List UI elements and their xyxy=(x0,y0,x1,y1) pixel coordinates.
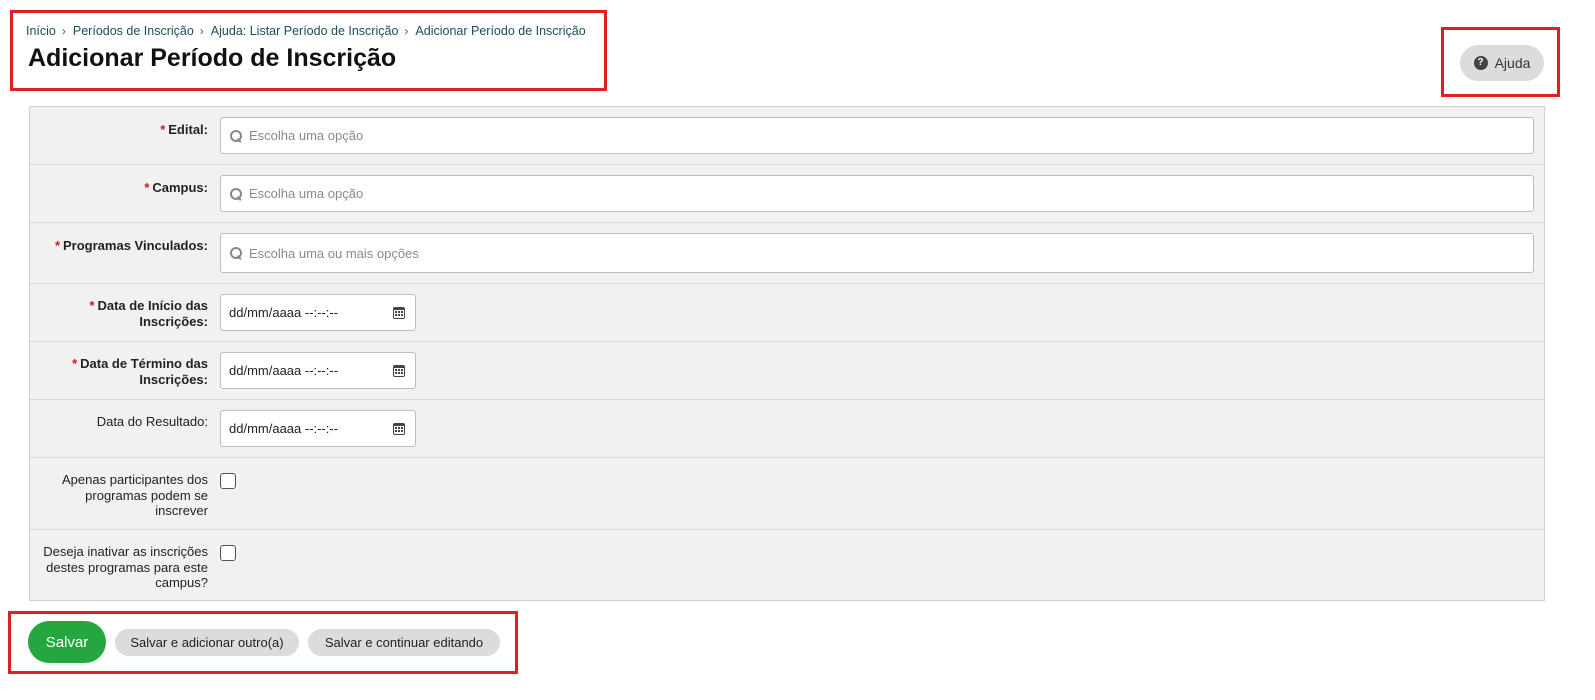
required-asterisk: * xyxy=(72,356,78,371)
programas-label: * Programas Vinculados: xyxy=(54,238,208,253)
edital-select[interactable]: Escolha uma opção xyxy=(220,117,1534,154)
required-asterisk: * xyxy=(160,122,166,137)
data-termino-label: * Data de Término das Inscrições: xyxy=(72,356,208,387)
form-row-campus: * Campus: Escolha uma opção xyxy=(30,165,1544,223)
campus-placeholder: Escolha uma opção xyxy=(249,186,364,201)
required-asterisk: * xyxy=(144,180,150,195)
inativar-inscricoes-label: Deseja inativar as inscrições destes pro… xyxy=(43,544,208,590)
breadcrumb-item-inicio[interactable]: Início xyxy=(26,24,56,38)
calendar-icon[interactable] xyxy=(393,422,405,435)
data-inicio-value: dd/mm/aaaa --:--:-- xyxy=(229,305,339,320)
calendar-icon[interactable] xyxy=(393,364,405,377)
chevron-right-icon: › xyxy=(404,24,409,38)
save-and-add-another-button[interactable]: Salvar e adicionar outro(a) xyxy=(115,629,299,656)
apenas-participantes-label: Apenas participantes dos programas podem… xyxy=(62,472,208,518)
required-asterisk: * xyxy=(89,298,95,313)
save-button[interactable]: Salvar xyxy=(28,621,106,663)
chevron-right-icon: › xyxy=(199,24,204,38)
inativar-inscricoes-checkbox[interactable] xyxy=(220,545,236,561)
breadcrumb-item-current[interactable]: Adicionar Período de Inscrição xyxy=(415,24,585,38)
form-row-programas: * Programas Vinculados: Escolha uma ou ma… xyxy=(30,223,1544,284)
form-row-data-termino: * Data de Término das Inscrições: dd/mm/a… xyxy=(30,342,1544,400)
form-row-data-resultado: Data do Resultado: dd/mm/aaaa --:--:-- xyxy=(30,400,1544,458)
apenas-participantes-checkbox[interactable] xyxy=(220,473,236,489)
save-and-continue-editing-button[interactable]: Salvar e continuar editando xyxy=(308,629,500,656)
breadcrumb-item-ajuda[interactable]: Ajuda: Listar Período de Inscrição xyxy=(211,24,399,38)
question-circle-icon: ? xyxy=(1473,56,1488,70)
campus-select[interactable]: Escolha uma opção xyxy=(220,175,1534,212)
breadcrumb: Início › Períodos de Inscrição › Ajuda: List… xyxy=(26,24,586,38)
data-resultado-label: Data do Resultado: xyxy=(96,414,208,429)
help-button-label: Ajuda xyxy=(1494,55,1531,71)
form-row-edital: * Edital: Escolha uma opção xyxy=(30,107,1544,165)
data-resultado-input[interactable]: dd/mm/aaaa --:--:-- xyxy=(220,410,416,447)
search-icon xyxy=(230,187,242,200)
edital-label: * Edital: xyxy=(160,122,208,137)
form-row-apenas-participantes: Apenas participantes dos programas podem… xyxy=(30,458,1544,530)
programas-multiselect[interactable]: Escolha uma ou mais opções xyxy=(220,233,1534,273)
data-termino-input[interactable]: dd/mm/aaaa --:--:-- xyxy=(220,352,416,389)
form-row-data-inicio: * Data de Início das Inscrições: dd/mm/aa… xyxy=(30,284,1544,342)
page-title: Adicionar Período de Inscrição xyxy=(28,44,397,72)
data-resultado-value: dd/mm/aaaa --:--:-- xyxy=(229,421,339,436)
help-button[interactable]: ? Ajuda xyxy=(1460,45,1544,81)
data-termino-value: dd/mm/aaaa --:--:-- xyxy=(229,363,339,378)
campus-label: * Campus: xyxy=(144,180,208,195)
search-icon xyxy=(230,129,242,142)
form-panel: * Edital: Escolha uma opção * Campus: Esco… xyxy=(29,106,1545,601)
chevron-right-icon: › xyxy=(61,24,66,38)
data-inicio-label: * Data de Início das Inscrições: xyxy=(89,298,208,329)
data-inicio-input[interactable]: dd/mm/aaaa --:--:-- xyxy=(220,294,416,331)
search-icon xyxy=(230,247,242,259)
programas-placeholder: Escolha uma ou mais opções xyxy=(249,245,419,261)
breadcrumb-item-periodos[interactable]: Períodos de Inscrição xyxy=(73,24,194,38)
calendar-icon[interactable] xyxy=(393,306,405,319)
edital-placeholder: Escolha uma opção xyxy=(249,128,364,143)
form-row-inativar-inscricoes: Deseja inativar as inscrições destes pro… xyxy=(30,530,1544,602)
required-asterisk: * xyxy=(54,238,61,253)
